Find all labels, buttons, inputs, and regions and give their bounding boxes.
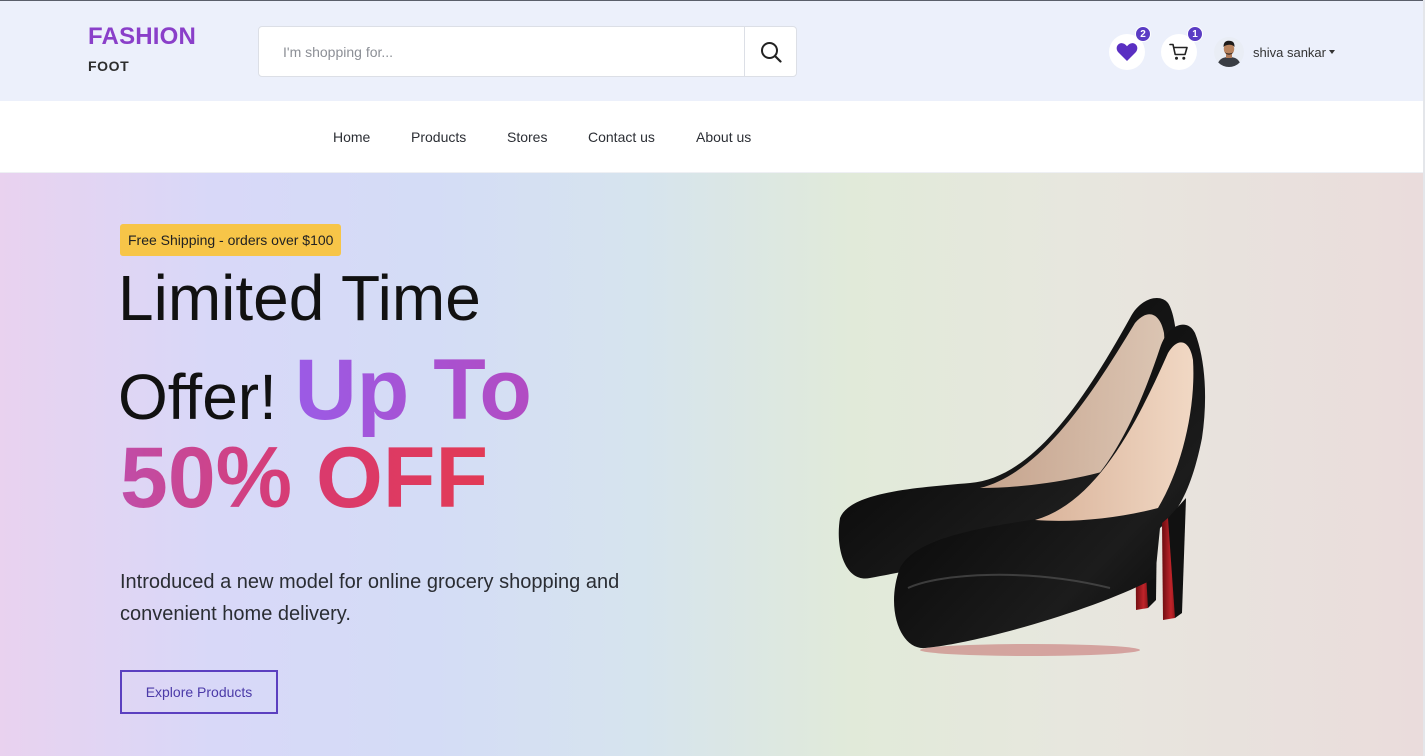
nav-item-home[interactable]: Home [333,101,370,173]
cart-icon [1169,43,1188,60]
brand-logo[interactable]: FASHION FOOT [88,23,196,75]
headline-discount-text: 50% OFF [120,430,488,526]
brand-subtitle: FOOT [88,58,130,74]
nav-item-contact[interactable]: Contact us [588,101,655,173]
cart-button[interactable]: 1 [1161,26,1203,70]
search-input[interactable] [259,27,745,76]
top-header: FASHION FOOT 2 1 [0,0,1425,101]
search-button[interactable] [744,27,796,76]
cart-count-badge: 1 [1187,26,1203,42]
search-icon [760,41,782,63]
high-heel-shoe-image [838,298,1206,656]
wishlist-count-badge: 2 [1135,26,1151,42]
chevron-down-icon [1328,50,1335,54]
hero-headline: Limited Time Offer! Up To [118,254,818,441]
free-shipping-badge: Free Shipping - orders over $100 [120,224,342,256]
heart-icon [1116,43,1138,61]
headline-up-to-text: Up To [294,342,532,438]
nav-item-products[interactable]: Products [411,101,466,173]
explore-products-button[interactable]: Explore Products [120,670,278,714]
nav-item-stores[interactable]: Stores [507,101,547,173]
headline-line-2: Offer! Up To [118,346,818,441]
user-menu[interactable]: shiva sankar [1214,37,1335,67]
brand-title: FASHION [88,23,197,50]
main-nav: Home Products Stores Contact us About us [0,101,1423,173]
wishlist-button[interactable]: 2 [1109,26,1151,70]
user-name: shiva sankar [1253,44,1326,60]
headline-offer-text: Offer! [118,361,277,433]
hero-description: Introduced a new model for online grocer… [120,571,620,625]
headline-line-1: Limited Time [118,262,481,334]
avatar [1214,37,1244,67]
search-bar [258,26,797,77]
nav-item-about[interactable]: About us [696,101,751,173]
